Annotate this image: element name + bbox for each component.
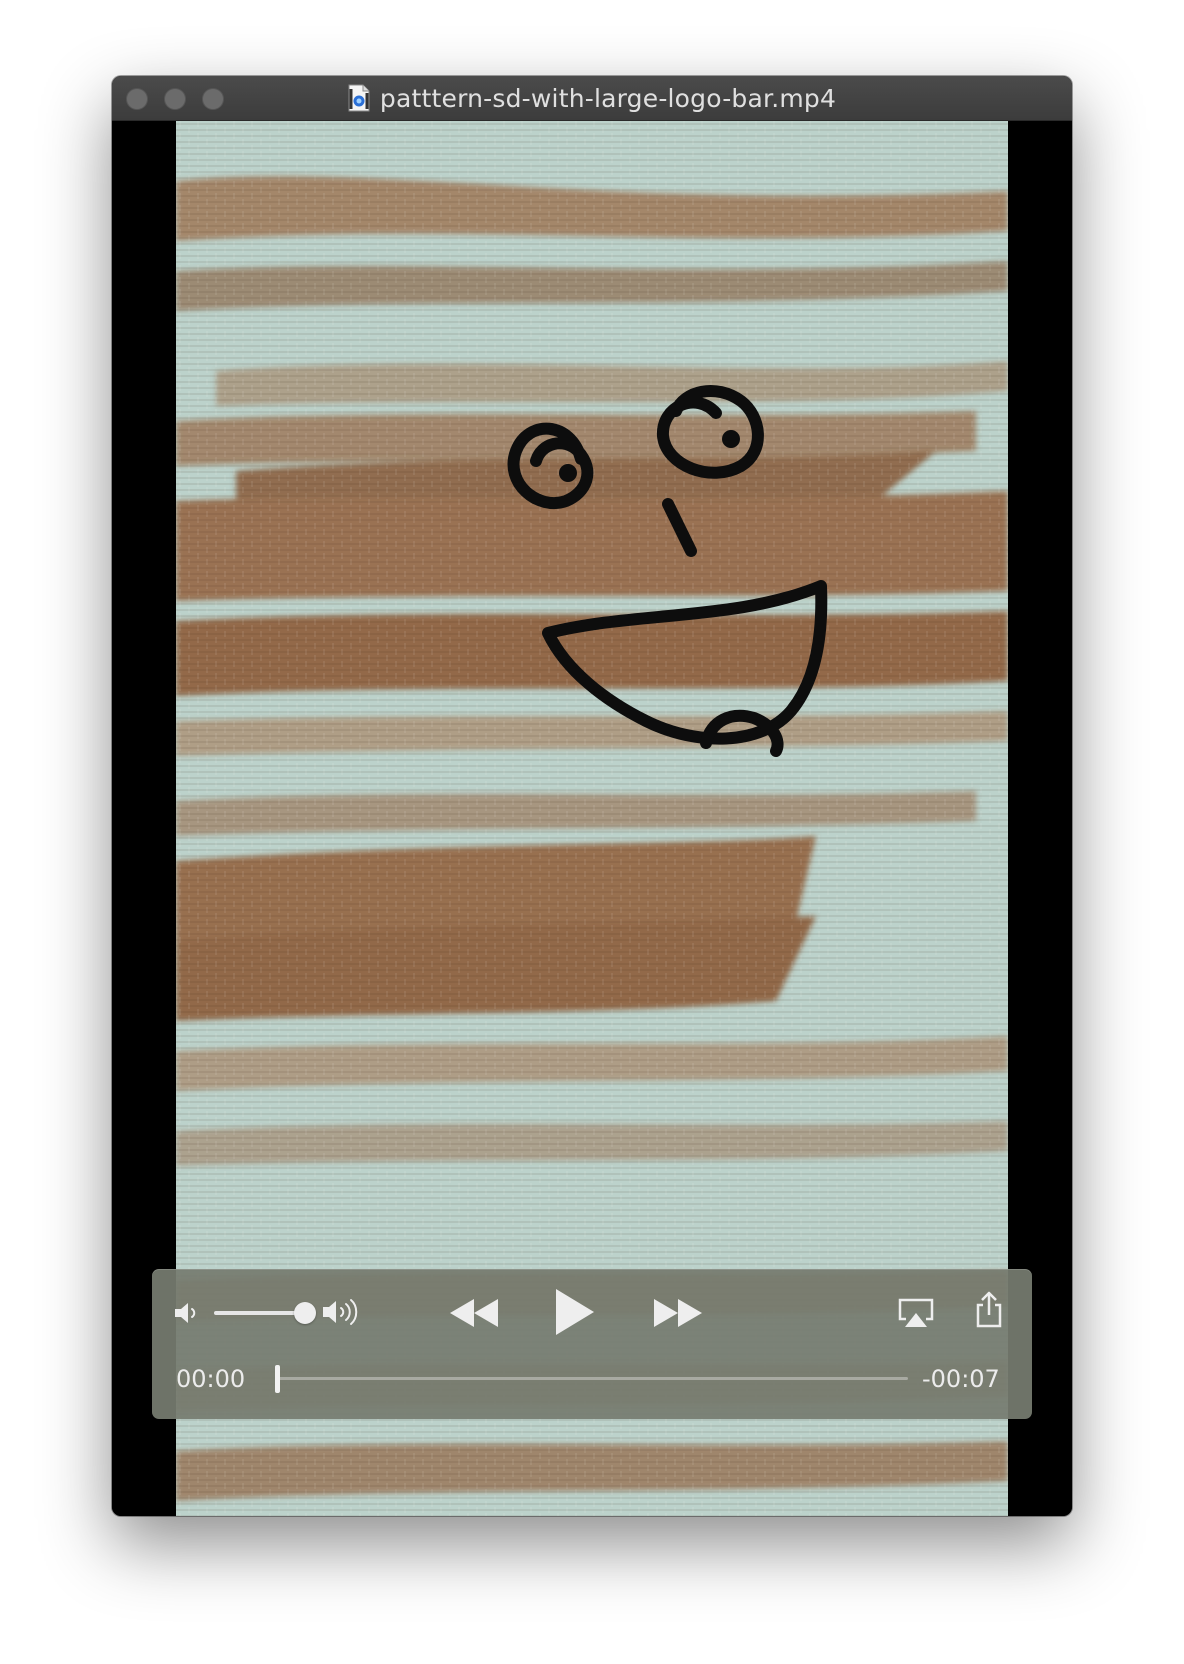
remaining-time: -00:07	[922, 1365, 1000, 1393]
playback-scrubber-track[interactable]	[276, 1377, 908, 1380]
quicktime-document-icon[interactable]	[348, 84, 370, 112]
video-player-window: patttern-sd-with-large-logo-bar.mp4 00:0…	[112, 76, 1072, 1516]
window-title: patttern-sd-with-large-logo-bar.mp4	[379, 83, 837, 113]
rewind-icon[interactable]	[448, 1295, 500, 1331]
title-bar[interactable]: patttern-sd-with-large-logo-bar.mp4	[112, 76, 1072, 121]
volume-slider-knob[interactable]	[294, 1302, 316, 1324]
volume-slider-track[interactable]	[214, 1311, 304, 1315]
airplay-icon[interactable]	[897, 1297, 935, 1329]
playback-controls[interactable]: 00:00 -00:07	[152, 1269, 1032, 1419]
current-time: 00:00	[176, 1365, 246, 1393]
speaker-low-icon[interactable]	[172, 1299, 202, 1327]
share-icon[interactable]	[974, 1291, 1004, 1329]
video-area[interactable]: 00:00 -00:07	[112, 121, 1072, 1516]
fast-forward-icon[interactable]	[652, 1295, 704, 1331]
play-icon[interactable]	[552, 1287, 596, 1337]
speaker-high-icon[interactable]	[320, 1295, 364, 1329]
playback-scrubber-head[interactable]	[275, 1365, 280, 1393]
